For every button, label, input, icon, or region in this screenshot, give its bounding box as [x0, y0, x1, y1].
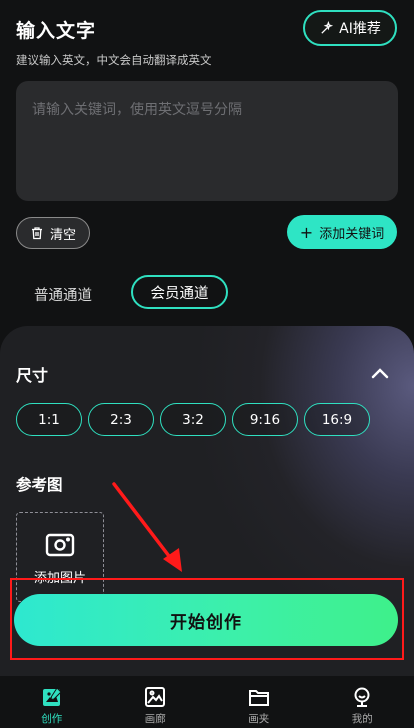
camera-icon: [45, 533, 75, 557]
reference-section-title: 参考图: [16, 476, 63, 494]
create-icon: [42, 687, 62, 706]
profile-icon: [354, 687, 370, 707]
tab-create-label: 创作: [41, 713, 63, 725]
page-subtitle: 建议输入英文，中文会自动翻译成英文: [16, 53, 212, 67]
annotation-arrow: [112, 482, 182, 572]
gallery-icon: [145, 687, 166, 707]
bottom-tab-bar: 创作 画廊 画夹 我的: [0, 676, 414, 728]
size-section-title: 尺寸: [16, 366, 49, 385]
channel-normal-tab[interactable]: 普通通道: [34, 284, 92, 305]
tab-gallery-label: 画廊: [144, 713, 166, 725]
keyword-input-placeholder: 请输入关键词，使用英文逗号分隔: [32, 102, 242, 118]
ratio-option[interactable]: 2:3: [88, 403, 154, 436]
clear-button[interactable]: 清空: [16, 217, 90, 249]
ratio-option[interactable]: 1:1: [16, 403, 82, 436]
folder-icon: [248, 690, 269, 706]
trash-icon: [31, 227, 42, 240]
tab-gallery[interactable]: 画廊: [104, 676, 208, 728]
add-keyword-label: 添加关键词: [319, 226, 385, 242]
ratio-options: 1:1 2:3 3:2 9:16 16:9: [16, 403, 370, 436]
tab-create[interactable]: 创作: [0, 676, 104, 728]
page-title: 输入文字: [16, 20, 97, 42]
ai-recommend-button[interactable]: AI推荐: [303, 10, 397, 46]
magic-wand-icon: [321, 20, 334, 34]
tab-folder-label: 画夹: [248, 713, 270, 725]
tab-profile[interactable]: 我的: [311, 676, 414, 728]
keyword-input[interactable]: 请输入关键词，使用英文逗号分隔: [16, 81, 398, 201]
add-keyword-button[interactable]: + 添加关键词: [287, 215, 397, 249]
ai-recommend-label: AI推荐: [339, 21, 381, 37]
tab-profile-label: 我的: [351, 713, 373, 725]
start-create-button[interactable]: 开始创作: [14, 594, 398, 646]
chevron-up-icon[interactable]: [370, 366, 390, 380]
clear-label: 清空: [49, 227, 76, 243]
channel-vip-tab[interactable]: 会员通道: [131, 275, 228, 309]
tab-folder[interactable]: 画夹: [207, 676, 311, 728]
ratio-option[interactable]: 16:9: [304, 403, 370, 436]
ratio-option[interactable]: 9:16: [232, 403, 298, 436]
ratio-option[interactable]: 3:2: [160, 403, 226, 436]
plus-icon: +: [299, 222, 314, 242]
